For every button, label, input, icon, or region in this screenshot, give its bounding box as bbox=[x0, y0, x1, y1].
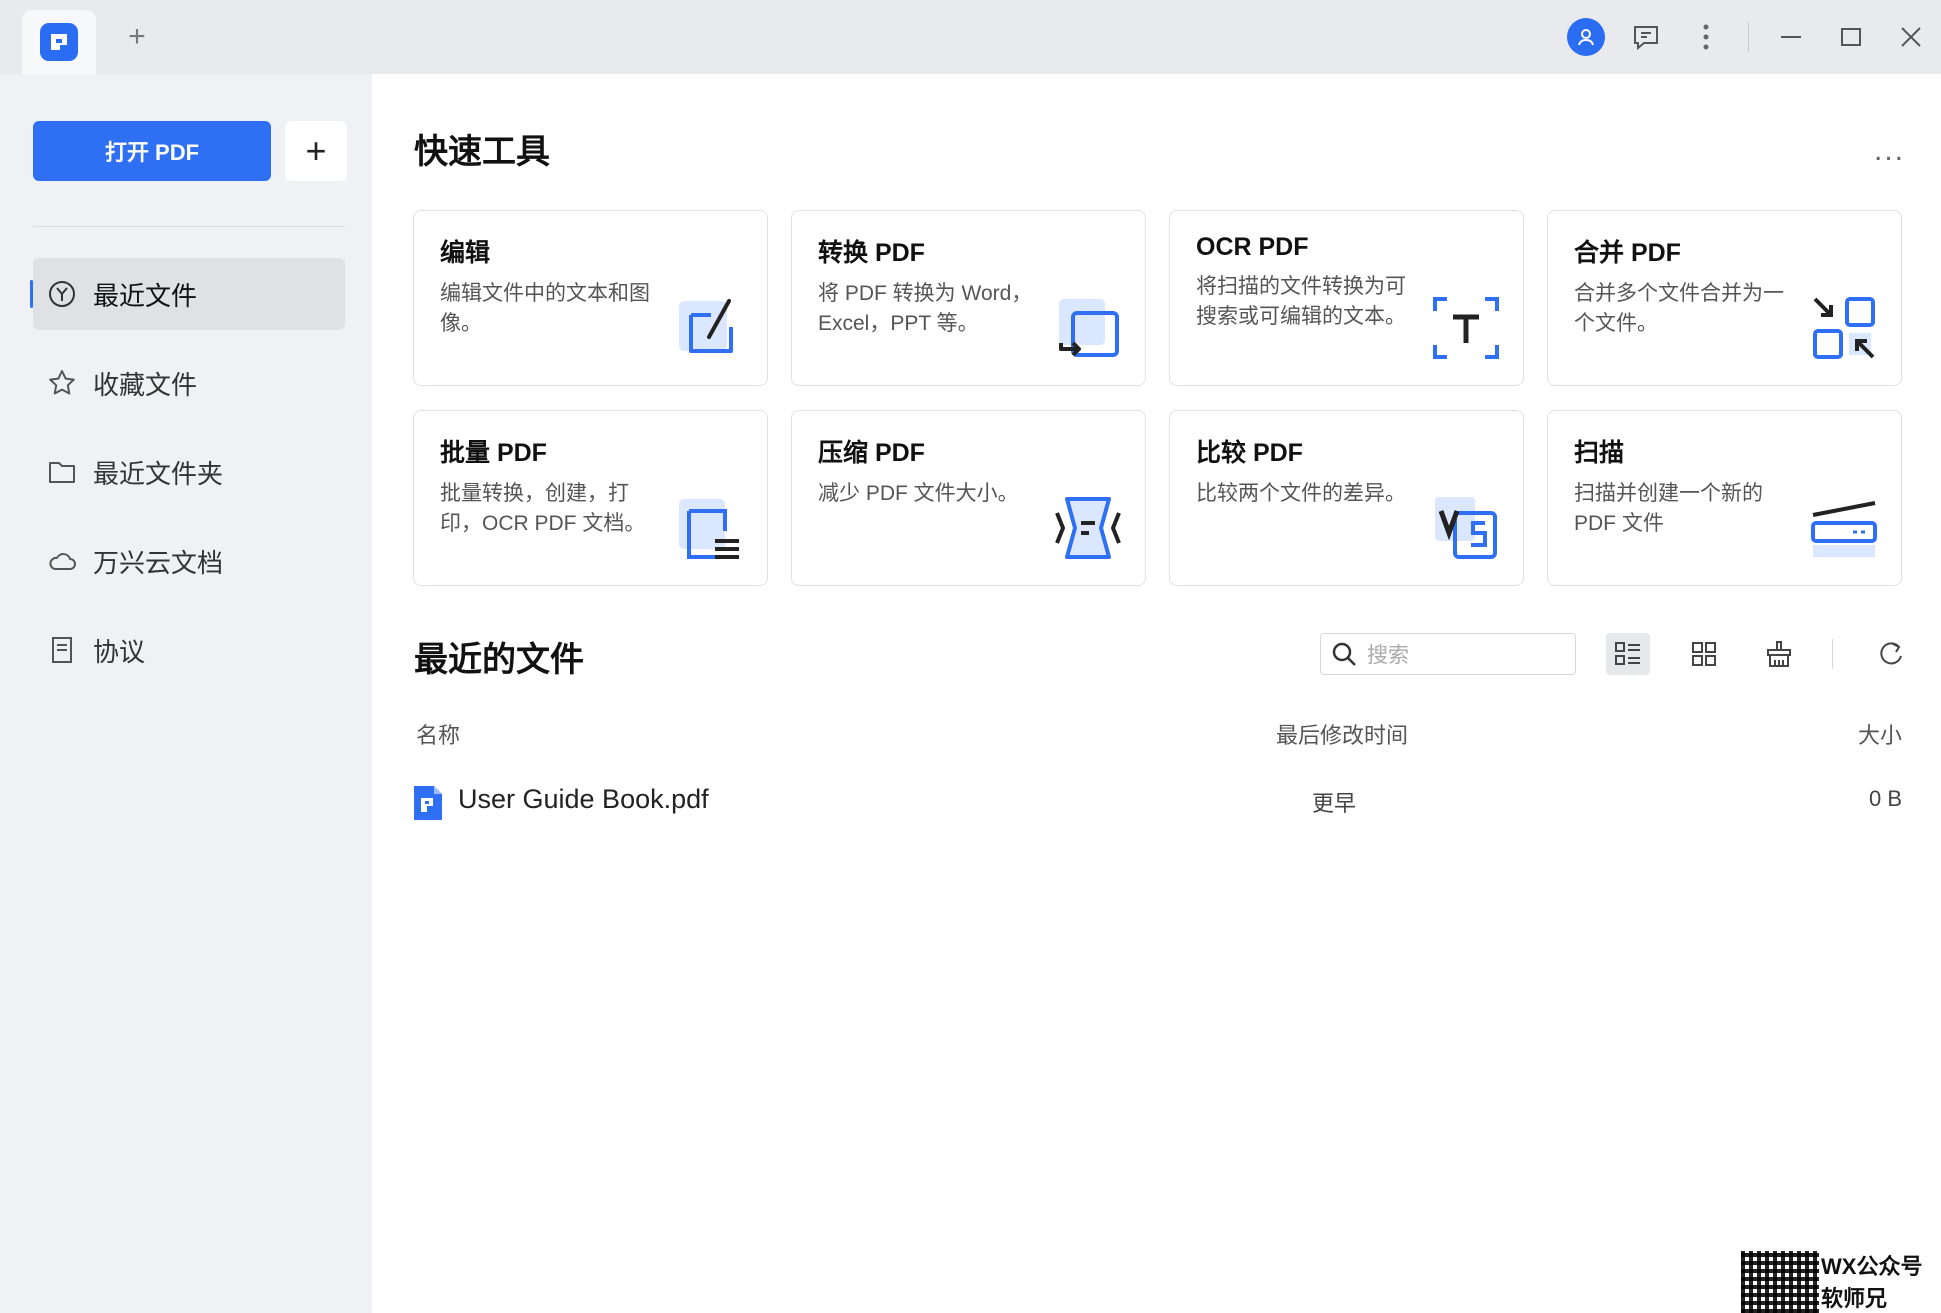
sidebar: 打开 PDF + 最近文件 收藏文件 最近文件夹 万兴云文档 协议 bbox=[0, 74, 372, 1313]
convert-icon bbox=[1059, 299, 1119, 357]
card-title: OCR PDF bbox=[1196, 233, 1309, 261]
ocr-icon bbox=[1433, 297, 1499, 359]
compress-icon bbox=[1055, 497, 1121, 559]
open-pdf-button[interactable]: 打开 PDF bbox=[33, 121, 271, 181]
qr-code-icon bbox=[1741, 1251, 1819, 1313]
recent-icon bbox=[47, 279, 77, 309]
user-avatar-button[interactable] bbox=[1556, 0, 1616, 74]
app-logo-icon bbox=[40, 23, 78, 61]
tool-card-ocr[interactable]: OCR PDF 将扫描的文件转换为可搜索或可编辑的文本。 bbox=[1169, 210, 1524, 386]
clear-history-button[interactable] bbox=[1757, 633, 1801, 675]
list-view-icon bbox=[1615, 642, 1640, 665]
sidebar-item-recent-folders[interactable]: 最近文件夹 bbox=[33, 436, 345, 508]
add-button[interactable]: + bbox=[285, 121, 347, 181]
sidebar-item-label: 万兴云文档 bbox=[93, 547, 224, 578]
card-description: 将扫描的文件转换为可搜索或可编辑的文本。 bbox=[1196, 275, 1406, 328]
card-title: 转换 PDF bbox=[818, 239, 925, 267]
broom-icon bbox=[1767, 641, 1791, 667]
merge-icon bbox=[1813, 297, 1875, 359]
search-icon bbox=[1332, 642, 1356, 666]
card-title: 编辑 bbox=[440, 239, 491, 267]
refresh-icon bbox=[1880, 642, 1902, 665]
main-content: 快速工具 ... 编辑 编辑文件中的文本和图像。 转换 PDF 将 PDF 转换… bbox=[372, 74, 1941, 1313]
search-input[interactable]: 搜索 bbox=[1320, 633, 1576, 675]
sidebar-item-label: 最近文件夹 bbox=[93, 458, 224, 489]
home-tab[interactable] bbox=[22, 10, 96, 74]
tool-card-edit[interactable]: 编辑 编辑文件中的文本和图像。 bbox=[413, 210, 768, 386]
new-tab-button[interactable]: + bbox=[122, 22, 152, 52]
column-header-name[interactable]: 名称 bbox=[416, 718, 460, 750]
star-icon bbox=[47, 368, 77, 398]
tool-card-merge[interactable]: 合并 PDF 合并多个文件合并为一个文件。 bbox=[1547, 210, 1902, 386]
tool-card-convert[interactable]: 转换 PDF 将 PDF 转换为 Word， Excel，PPT 等。 bbox=[791, 210, 1146, 386]
watermark: WX公众号 软师兄 bbox=[1741, 1247, 1941, 1313]
quick-tools-title: 快速工具 bbox=[414, 133, 550, 171]
edit-icon bbox=[679, 299, 733, 353]
sidebar-divider bbox=[33, 226, 345, 227]
feedback-button[interactable] bbox=[1616, 0, 1676, 74]
folder-icon bbox=[47, 457, 77, 487]
pdf-file-icon bbox=[414, 786, 442, 820]
grid-view-button[interactable] bbox=[1682, 633, 1726, 675]
more-menu-button[interactable] bbox=[1676, 0, 1736, 74]
batch-icon bbox=[679, 499, 739, 559]
column-header-modified[interactable]: 最后修改时间 bbox=[1276, 718, 1408, 750]
card-title: 扫描 bbox=[1574, 439, 1625, 467]
maximize-button[interactable] bbox=[1821, 0, 1881, 74]
card-title: 批量 PDF bbox=[440, 439, 547, 467]
tool-card-compress[interactable]: 压缩 PDF 减少 PDF 文件大小。 bbox=[791, 410, 1146, 586]
card-description: 批量转换，创建，打印，OCR PDF 文档。 bbox=[440, 482, 646, 535]
more-options-button[interactable]: ... bbox=[1874, 136, 1905, 166]
card-title: 压缩 PDF bbox=[818, 439, 925, 467]
sidebar-item-favorites[interactable]: 收藏文件 bbox=[33, 347, 345, 419]
file-modified: 更早 bbox=[1312, 791, 1357, 816]
card-description: 扫描并创建一个新的 PDF 文件 bbox=[1574, 482, 1763, 535]
watermark-line2: 软师兄 bbox=[1821, 1286, 1888, 1311]
tool-card-compare[interactable]: 比较 PDF 比较两个文件的差异。 bbox=[1169, 410, 1524, 586]
tool-card-scan[interactable]: 扫描 扫描并创建一个新的 PDF 文件 bbox=[1547, 410, 1902, 586]
maximize-icon bbox=[1841, 28, 1861, 46]
card-title: 比较 PDF bbox=[1196, 439, 1303, 467]
sidebar-item-label: 协议 bbox=[93, 636, 146, 667]
sidebar-item-recent-files[interactable]: 最近文件 bbox=[30, 258, 345, 330]
file-name: User Guide Book.pdf bbox=[458, 784, 709, 814]
user-avatar-icon bbox=[1567, 18, 1605, 56]
card-title: 合并 PDF bbox=[1574, 239, 1681, 267]
more-vertical-icon bbox=[1703, 24, 1709, 50]
card-description: 编辑文件中的文本和图像。 bbox=[440, 282, 650, 335]
titlebar-separator bbox=[1748, 22, 1749, 52]
minimize-icon bbox=[1781, 36, 1801, 38]
tool-card-batch[interactable]: 批量 PDF 批量转换，创建，打印，OCR PDF 文档。 bbox=[413, 410, 768, 586]
card-description: 将 PDF 转换为 Word， Excel，PPT 等。 bbox=[818, 282, 1033, 335]
search-placeholder: 搜索 bbox=[1367, 644, 1409, 667]
card-description: 减少 PDF 文件大小。 bbox=[818, 482, 1019, 505]
table-row[interactable]: User Guide Book.pdf 更早 0 B bbox=[412, 774, 1902, 830]
scan-icon bbox=[1811, 501, 1877, 557]
file-size: 0 B bbox=[1868, 786, 1902, 811]
grid-view-icon bbox=[1692, 642, 1716, 666]
column-header-size[interactable]: 大小 bbox=[1858, 718, 1902, 750]
sidebar-item-label: 收藏文件 bbox=[93, 369, 198, 400]
recent-files-title: 最近的文件 bbox=[414, 641, 584, 679]
sidebar-item-cloud[interactable]: 万兴云文档 bbox=[33, 525, 345, 597]
toolbar-separator bbox=[1832, 639, 1833, 669]
close-button[interactable] bbox=[1881, 0, 1941, 74]
watermark-line1: WX公众号 bbox=[1821, 1254, 1923, 1279]
close-icon bbox=[1901, 27, 1921, 47]
cloud-icon bbox=[47, 546, 77, 576]
sidebar-item-agreements[interactable]: 协议 bbox=[33, 614, 345, 686]
feedback-icon bbox=[1634, 26, 1658, 51]
active-indicator bbox=[30, 280, 33, 308]
compare-icon bbox=[1435, 497, 1497, 559]
minimize-button[interactable] bbox=[1761, 0, 1821, 74]
document-icon bbox=[47, 635, 77, 665]
title-bar: + bbox=[0, 0, 1941, 74]
sidebar-item-label: 最近文件 bbox=[93, 280, 198, 311]
card-description: 比较两个文件的差异。 bbox=[1196, 482, 1406, 505]
card-description: 合并多个文件合并为一个文件。 bbox=[1574, 282, 1784, 335]
refresh-button[interactable] bbox=[1869, 633, 1913, 675]
list-view-button[interactable] bbox=[1606, 633, 1650, 675]
